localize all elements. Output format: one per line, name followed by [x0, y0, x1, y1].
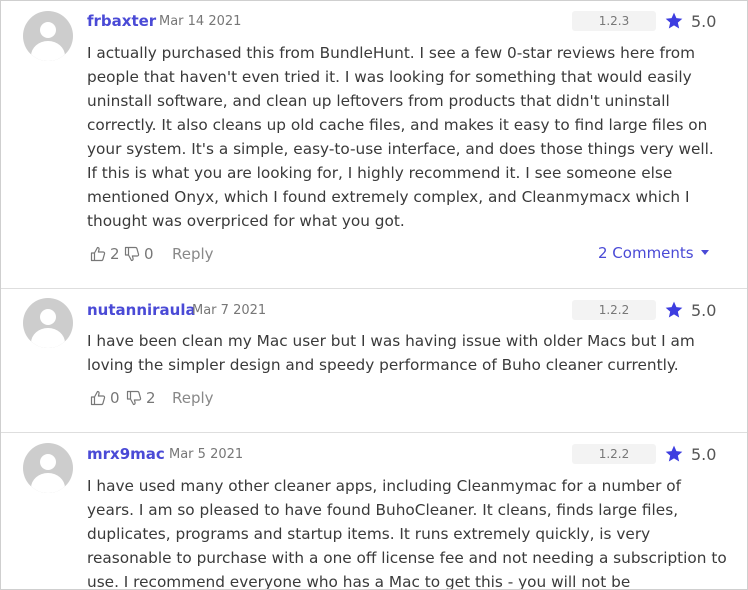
review-username[interactable]: nutanniraula: [87, 301, 196, 319]
reply-button[interactable]: Reply: [172, 243, 214, 265]
version-badge: 1.2.2: [572, 300, 656, 320]
thumbs-down-icon[interactable]: [126, 390, 142, 406]
star-icon: [665, 12, 683, 29]
chevron-down-icon: [700, 250, 709, 255]
review-card: frbaxter Mar 14 2021 1.2.3 5.0 I actuall…: [1, 1, 747, 288]
review-date: Mar 5 2021: [169, 447, 244, 462]
comments-label: 2 Comments: [598, 244, 694, 262]
thumbs-down-icon[interactable]: [124, 246, 140, 262]
review-date: Mar 7 2021: [192, 303, 267, 318]
user-avatar[interactable]: [23, 298, 73, 348]
reply-button[interactable]: Reply: [172, 387, 214, 409]
dislike-count: 2: [146, 389, 156, 407]
like-count: 0: [110, 389, 120, 407]
review-text: I actually purchased this from BundleHun…: [87, 44, 714, 230]
review-username[interactable]: frbaxter: [87, 12, 156, 30]
review-text: I have used many other cleaner apps, inc…: [87, 477, 727, 590]
version-badge: 1.2.2: [572, 444, 656, 464]
version-badge: 1.2.3: [572, 11, 656, 31]
star-icon: [665, 445, 683, 462]
user-avatar[interactable]: [23, 443, 73, 493]
review-rating: 5.0: [691, 445, 717, 464]
review-rating: 5.0: [691, 12, 717, 31]
thumbs-up-icon[interactable]: [90, 246, 106, 262]
reviews-panel: frbaxter Mar 14 2021 1.2.3 5.0 I actuall…: [0, 0, 748, 590]
user-avatar[interactable]: [23, 11, 73, 61]
dislike-count: 0: [144, 245, 154, 263]
comments-toggle[interactable]: 2 Comments: [598, 244, 709, 262]
review-card: nutanniraula Mar 7 2021 1.2.2 5.0 I have…: [1, 289, 747, 431]
review-card: mrx9mac Mar 5 2021 1.2.2 5.0 I have used…: [1, 433, 747, 590]
review-date: Mar 14 2021: [159, 14, 242, 29]
thumbs-up-icon[interactable]: [90, 390, 106, 406]
star-icon: [665, 301, 683, 318]
review-text: I have been clean my Mac user but I was …: [87, 332, 695, 374]
like-count: 2: [110, 245, 120, 263]
review-rating: 5.0: [691, 301, 717, 320]
review-username[interactable]: mrx9mac: [87, 445, 165, 463]
